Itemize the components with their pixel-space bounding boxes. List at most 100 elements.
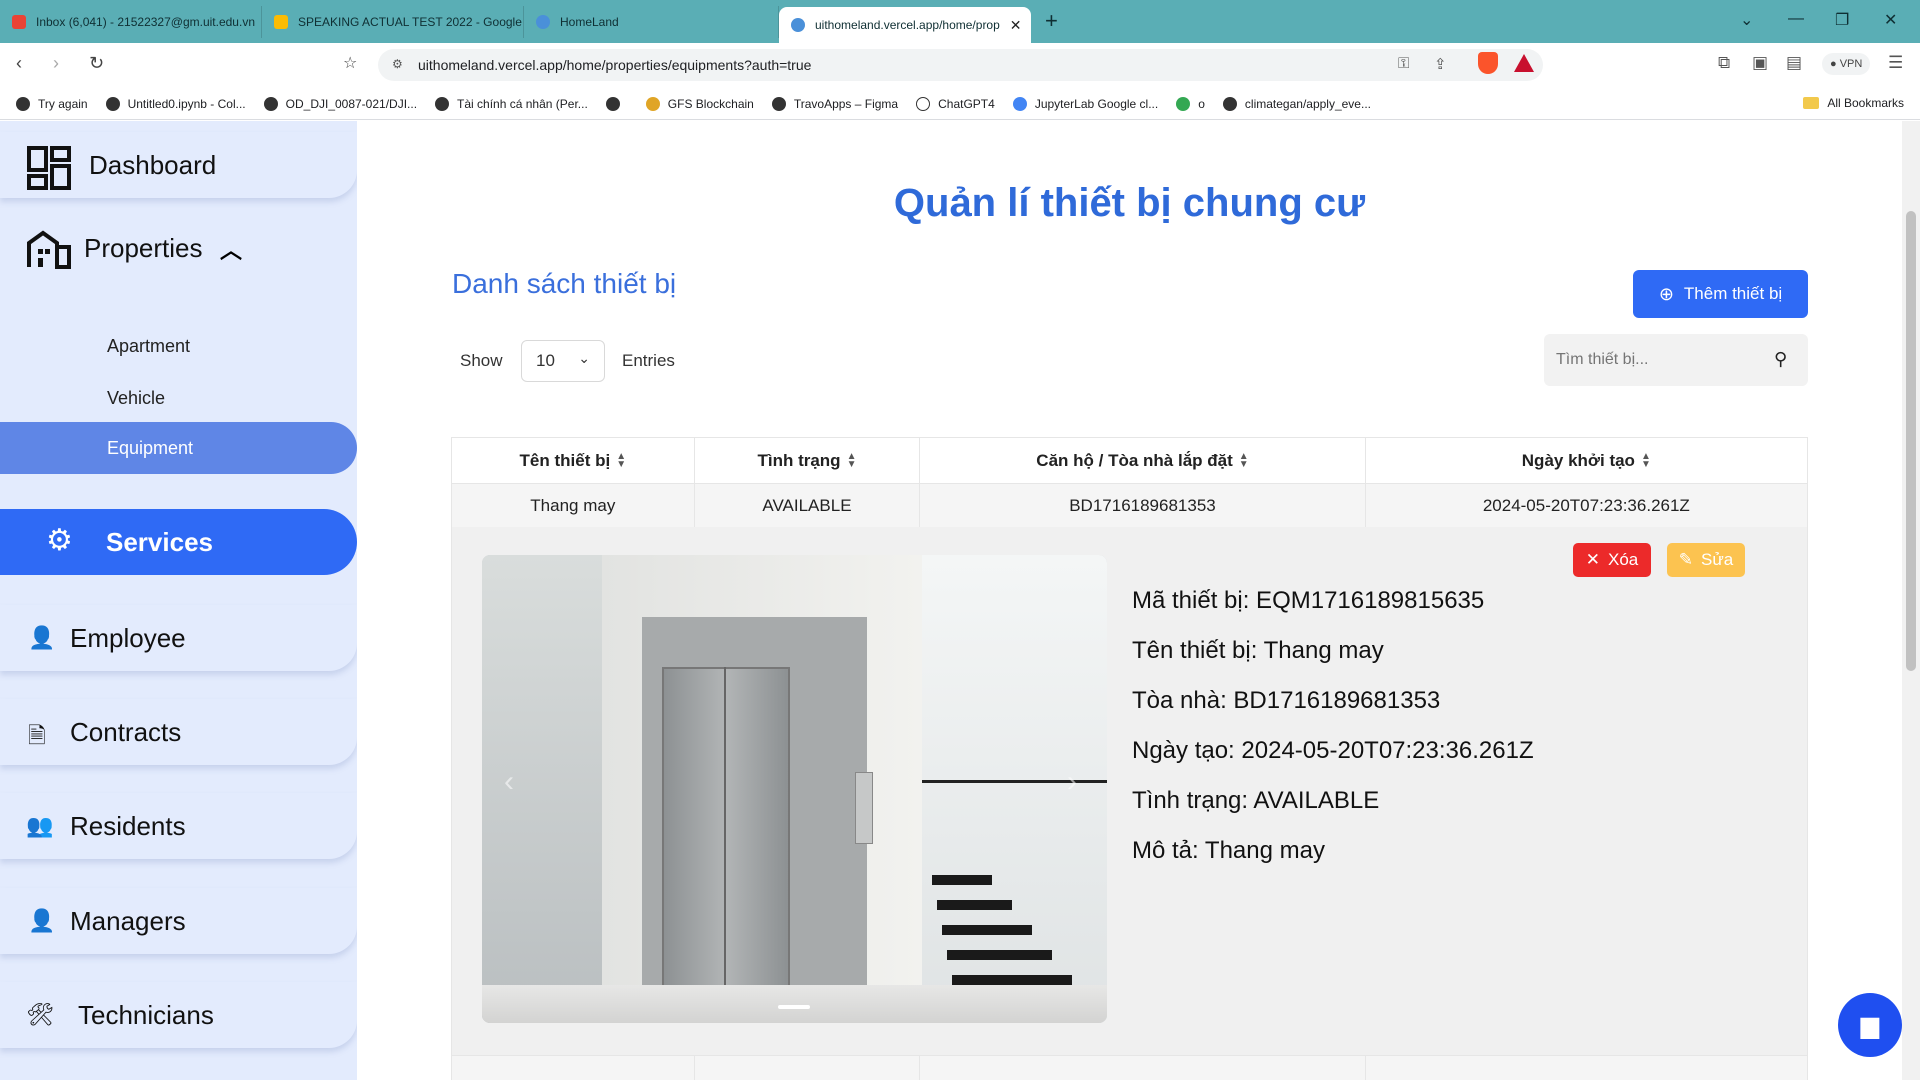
sort-icon[interactable]: ▲ ▼: [1239, 451, 1249, 469]
sidebar-item-contracts[interactable]: 🗎 Contracts: [0, 699, 357, 765]
forward-icon[interactable]: ›: [53, 53, 59, 74]
column-header-name[interactable]: Tên thiết bị ▲ ▼: [452, 438, 695, 483]
sidebar-label: Properties: [84, 232, 203, 263]
scrollbar-thumb[interactable]: [1906, 211, 1916, 671]
tab-gmail[interactable]: Inbox (6,041) - 21522327@gm.uit.edu.vn: [0, 6, 262, 38]
sidebar-toggle-icon[interactable]: ▣: [1752, 53, 1768, 73]
brave-shield-icon[interactable]: [1478, 52, 1498, 74]
sidebar-item-dashboard[interactable]: Dashboard: [0, 132, 357, 198]
main-content: Quản lí thiết bị chung cư Danh sách thiế…: [357, 121, 1902, 1080]
table-row[interactable]: Thang may AVAILABLE BD1716189681353 2024…: [452, 483, 1807, 528]
bookmark-label: Try again: [38, 96, 88, 111]
entries-select[interactable]: 10 ⌄: [521, 340, 605, 382]
page-scrollbar[interactable]: [1902, 121, 1920, 1080]
url-field[interactable]: ⚙ uithomeland.vercel.app/home/properties…: [378, 49, 1543, 81]
edit-button[interactable]: ✎ Sửa: [1667, 543, 1745, 577]
bookmark-icon[interactable]: ☆: [343, 53, 357, 73]
add-user-icon: ⊕: [1658, 283, 1674, 304]
tab-active[interactable]: uithomeland.vercel.app/home/prop ✕: [779, 7, 1031, 43]
sidebar-item-residents[interactable]: 👥 Residents: [0, 793, 357, 859]
column-header-created[interactable]: Ngày khởi tạo ▲ ▼: [1366, 438, 1807, 483]
tab-homeland[interactable]: HomeLand: [524, 6, 779, 38]
globe-icon: [435, 96, 450, 111]
photo-floor: [482, 985, 1107, 1023]
reload-icon[interactable]: ↻: [89, 53, 104, 74]
back-icon[interactable]: ‹: [16, 53, 22, 74]
chevron-up-icon[interactable]: ︿: [220, 233, 242, 265]
tab-search-icon[interactable]: ⌄: [1740, 10, 1753, 30]
sidebar-sub-label: Vehicle: [107, 387, 166, 408]
tab-label: uithomeland.vercel.app/home/prop: [815, 18, 1000, 32]
sidebar-sub-label: Apartment: [107, 335, 191, 356]
sort-icon[interactable]: ▲ ▼: [616, 451, 626, 469]
bookmarks-bar: Try again Untitled0.ipynb - Col... OD_DJ…: [0, 88, 1920, 120]
bookmark-item[interactable]: [605, 96, 628, 111]
bookmark-item[interactable]: Untitled0.ipynb - Col...: [105, 96, 246, 111]
search-input[interactable]: [1544, 334, 1808, 386]
bookmark-item[interactable]: climategan/apply_eve...: [1222, 96, 1371, 111]
table-header: Tên thiết bị ▲ ▼ Tình trạng ▲ ▼ Căn hộ / Tòa…: [452, 438, 1807, 483]
brave-rewards-icon[interactable]: [1514, 54, 1534, 72]
all-bookmarks[interactable]: All Bookmarks: [1803, 96, 1904, 110]
bookmark-item[interactable]: Tài chính cá nhân (Per...: [435, 96, 588, 111]
carousel-prev-icon[interactable]: ‹: [504, 765, 514, 799]
new-tab-icon[interactable]: +: [1045, 8, 1058, 34]
tab-google-drive[interactable]: SPEAKING ACTUAL TEST 2022 - Google: [262, 6, 524, 38]
sidebar-label: Managers: [70, 905, 186, 936]
search-icon[interactable]: ⚲: [1774, 349, 1787, 370]
github-icon: [1222, 96, 1237, 111]
vpn-label: VPN: [1839, 58, 1863, 70]
vpn-button[interactable]: ● VPN: [1822, 53, 1871, 75]
sidebar-item-managers[interactable]: 👤 Managers: [0, 888, 357, 954]
sidebar-item-vehicle[interactable]: Vehicle: [0, 372, 357, 424]
site-settings-icon[interactable]: ⚙: [392, 57, 403, 71]
carousel-next-icon[interactable]: ›: [1067, 765, 1077, 799]
entries-value: 10: [536, 351, 555, 370]
bookmark-item[interactable]: ChatGPT4: [916, 96, 995, 111]
wallet-icon[interactable]: ▤: [1786, 53, 1802, 73]
sidebar-item-technicians[interactable]: 🛠 Technicians: [0, 982, 357, 1048]
extensions-icon[interactable]: ⧉: [1718, 53, 1730, 73]
sidebar-label: Contracts: [70, 716, 182, 747]
chat-button[interactable]: ▆: [1838, 993, 1902, 1057]
tab-label: HomeLand: [560, 15, 619, 29]
sidebar-label: Residents: [70, 810, 186, 841]
sidebar-item-equipment[interactable]: Equipment: [0, 422, 357, 474]
sidebar-item-employee[interactable]: 👤 Employee: [0, 605, 357, 671]
bookmark-item[interactable]: o: [1176, 96, 1205, 111]
bookmark-item[interactable]: TravoApps – Figma: [771, 96, 898, 111]
bookmark-item[interactable]: JupyterLab Google cl...: [1012, 96, 1159, 111]
column-header-location[interactable]: Căn hộ / Tòa nhà lắp đặt ▲ ▼: [920, 438, 1366, 483]
key-icon[interactable]: ⚿: [1398, 55, 1409, 72]
sidebar-item-apartment[interactable]: Apartment: [0, 320, 357, 372]
menu-icon[interactable]: ☰: [1888, 53, 1903, 73]
close-window-icon[interactable]: ✕: [1884, 10, 1897, 30]
globe-icon: [605, 96, 620, 111]
delete-button[interactable]: ✕ Xóa: [1573, 543, 1651, 577]
sort-icon[interactable]: ▲ ▼: [1641, 451, 1651, 469]
globe-icon: [263, 96, 278, 111]
bookmark-item[interactable]: Try again: [16, 96, 88, 111]
sidebar-label: Technicians: [78, 999, 214, 1030]
carousel-indicator[interactable]: [778, 1005, 810, 1009]
users-icon: 👥: [26, 813, 54, 838]
bookmark-label: Tài chính cá nhân (Per...: [457, 96, 588, 111]
photo-stair: [937, 900, 1012, 910]
equipment-photo-carousel[interactable]: ‹ ›: [482, 555, 1107, 1023]
share-icon[interactable]: ⇪: [1434, 55, 1447, 73]
sort-icon[interactable]: ▲ ▼: [847, 451, 857, 469]
column-header-status[interactable]: Tình trạng ▲ ▼: [695, 438, 921, 483]
sidebar-item-properties[interactable]: Properties ︿: [0, 215, 357, 281]
table-cell: 2024-05-20T07:23:36.261Z: [1482, 496, 1690, 515]
bookmark-item[interactable]: GFS Blockchain: [645, 96, 754, 111]
sidebar-item-services[interactable]: ⚙ Services: [0, 509, 357, 575]
close-tab-icon[interactable]: ✕: [1000, 17, 1022, 34]
restore-icon[interactable]: ❐: [1835, 10, 1849, 30]
bookmark-item[interactable]: OD_DJI_0087-021/DJI...: [263, 96, 417, 111]
minimize-icon[interactable]: —: [1788, 10, 1804, 28]
table-row[interactable]: Thang may AVAILABLE BD1716189681353 2024…: [451, 1055, 1808, 1080]
bookmark-label: JupyterLab Google cl...: [1034, 96, 1159, 111]
photo-railing: [922, 780, 1107, 783]
add-equipment-button[interactable]: ⊕ Thêm thiết bị: [1633, 270, 1808, 318]
sidebar-label: Dashboard: [89, 149, 217, 180]
